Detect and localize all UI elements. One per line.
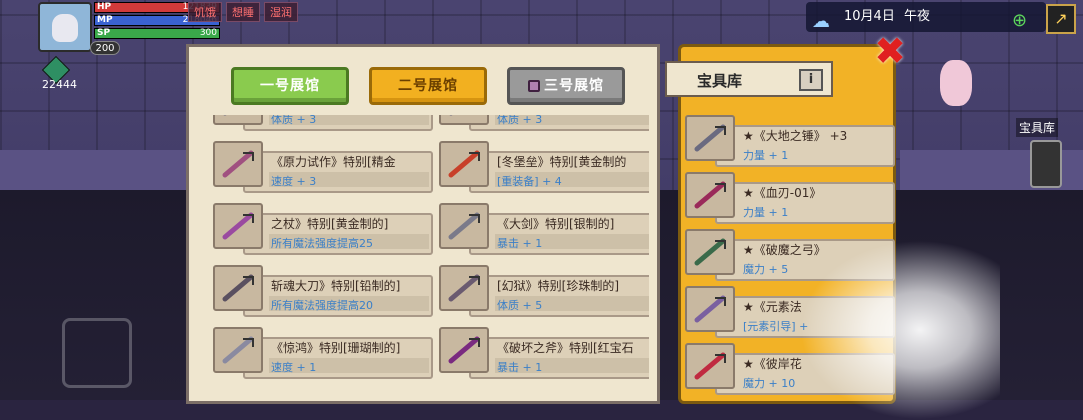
sp-label: SP: [97, 28, 111, 38]
item-stat: 魔力 + 10: [743, 377, 796, 390]
cloud-icon: ☁: [812, 11, 830, 32]
tab-label: 一号展馆: [260, 78, 320, 94]
item-name: 《惊鸿》特别[珊瑚制的]: [271, 341, 401, 355]
sword-icon: [439, 203, 489, 249]
avatar[interactable]: [38, 2, 92, 52]
status-tag-sleepy: 想睡: [226, 2, 260, 22]
date-text: 10月4日: [844, 9, 895, 24]
tab-label: 二号展馆: [398, 78, 458, 94]
sp-bar: SP 300: [94, 28, 220, 39]
level-badge: 200: [90, 41, 120, 55]
info-button[interactable]: i: [799, 69, 823, 91]
spider-lily-icon: [685, 343, 735, 389]
status-tags: 饥饿 想睡 湿润: [188, 2, 298, 22]
blood-blade-icon: [685, 172, 735, 218]
treasury-header: 宝具库 i: [665, 61, 833, 97]
weapon-icon: [439, 115, 489, 125]
axe-icon: [439, 327, 489, 373]
museum-panel: 一号展馆 二号展馆 三号展馆 体质 + 3 体质 + 3 《原力试作》特别[精金 速度…: [186, 44, 660, 404]
virtual-dpad[interactable]: [62, 318, 132, 388]
hp-label: HP: [97, 2, 112, 12]
item-stat: 暴击 + 1: [497, 237, 543, 250]
item-name: ★《彼岸花: [743, 357, 802, 371]
time-text: 午夜: [904, 9, 931, 24]
hammer-icon: [685, 115, 735, 161]
treasury-item[interactable]: ★《大地之锤》 +3 力量 + 1: [685, 115, 895, 167]
screen-glare: [800, 240, 1000, 420]
tab-hall-3[interactable]: 三号展馆: [507, 67, 625, 105]
item-name: 《大剑》特别[银制的]: [497, 217, 615, 231]
element-staff-icon: [685, 286, 735, 332]
close-button[interactable]: ✖: [872, 32, 908, 70]
museum-item[interactable]: [冬堡垒》特别[黄金制的 [重装备] + 4: [439, 141, 649, 193]
museum-item[interactable]: 《惊鸿》特别[珊瑚制的] 速度 + 1: [213, 327, 433, 379]
item-stat: 暴击 + 1: [497, 361, 543, 374]
museum-item[interactable]: 斩魂大刀》特别[铅制的] 所有魔法强度提高20: [213, 265, 433, 317]
museum-item[interactable]: 《破坏之斧》特别[红宝石 暴击 + 1: [439, 327, 649, 379]
museum-item[interactable]: 《大剑》特别[银制的] 暴击 + 1: [439, 203, 649, 255]
wall-segment: [0, 150, 190, 190]
player-hud: HP 121839 MP 218046 SP 300 200: [38, 2, 220, 56]
item-stat: [元素引导] +: [743, 320, 809, 333]
item-stat: 力量 + 1: [743, 206, 789, 219]
gem-counter: 22444: [42, 78, 77, 91]
phone-icon[interactable]: [1030, 140, 1062, 188]
mace-icon: [439, 265, 489, 311]
item-stat: 魔力 + 5: [743, 263, 789, 276]
exit-button[interactable]: ↗: [1046, 4, 1076, 34]
item-stat: 速度 + 3: [271, 175, 317, 188]
item-stat: 体质 + 5: [497, 299, 543, 312]
date-bar: ☁ 10月4日 午夜 ⊕: [806, 2, 1046, 32]
item-name: 斩魂大刀》特别[铅制的]: [271, 279, 401, 293]
item-name: 《原力试作》特别[精金: [271, 155, 396, 169]
item-stat: 体质 + 3: [497, 115, 543, 126]
armor-icon: [439, 141, 489, 187]
staff-icon: [213, 203, 263, 249]
museum-item[interactable]: 之杖》特别[黄金制的] 所有魔法强度提高25: [213, 203, 433, 255]
item-stat: 所有魔法强度提高25: [271, 237, 373, 250]
museum-item[interactable]: 体质 + 3: [439, 115, 649, 131]
museum-item[interactable]: 《原力试作》特别[精金 速度 + 3: [213, 141, 433, 193]
status-tag-hungry: 饥饿: [188, 2, 222, 22]
status-tag-wet: 湿润: [264, 2, 298, 22]
item-name: ★《元素法: [743, 300, 802, 314]
treasury-world-label: 宝具库: [1016, 118, 1059, 137]
treasury-item[interactable]: ★《血刃-01》 力量 + 1: [685, 172, 895, 224]
exit-icon: ↗: [1054, 9, 1068, 28]
weapon-icon: [213, 115, 263, 125]
bow-icon: [685, 229, 735, 275]
npc-character[interactable]: [940, 60, 972, 106]
sp-value: 300: [199, 28, 217, 38]
network-icon: ⊕: [1012, 10, 1028, 31]
item-stat: 力量 + 1: [743, 149, 789, 162]
item-name: [冬堡垒》特别[黄金制的: [497, 155, 627, 169]
spear-icon: [213, 327, 263, 373]
item-name: 《破坏之斧》特别[红宝石: [497, 341, 634, 355]
tab-hall-1[interactable]: 一号展馆: [231, 67, 349, 105]
item-stat: 所有魔法强度提高20: [271, 299, 373, 312]
item-stat: 体质 + 3: [271, 115, 317, 126]
lock-icon: [528, 80, 540, 92]
item-stat: [重装备] + 4: [497, 175, 562, 188]
tab-hall-2[interactable]: 二号展馆: [369, 67, 487, 105]
gun-icon: [213, 141, 263, 187]
museum-item[interactable]: [幻狱》特别[珍珠制的] 体质 + 5: [439, 265, 649, 317]
item-name: ★《血刃-01》: [743, 186, 822, 200]
item-stat: 速度 + 1: [271, 361, 317, 374]
mp-label: MP: [97, 15, 113, 25]
item-name: 之杖》特别[黄金制的]: [271, 217, 389, 231]
item-name: [幻狱》特别[珍珠制的]: [497, 279, 620, 293]
museum-item[interactable]: 体质 + 3: [213, 115, 433, 131]
tab-label: 三号展馆: [544, 78, 604, 94]
item-name: ★《大地之锤》 +3: [743, 129, 848, 143]
museum-item-grid[interactable]: 体质 + 3 体质 + 3 《原力试作》特别[精金 速度 + 3 [冬堡垒》特别[黄金制…: [197, 115, 649, 407]
treasury-title: 宝具库: [697, 72, 743, 90]
blade-icon: [213, 265, 263, 311]
